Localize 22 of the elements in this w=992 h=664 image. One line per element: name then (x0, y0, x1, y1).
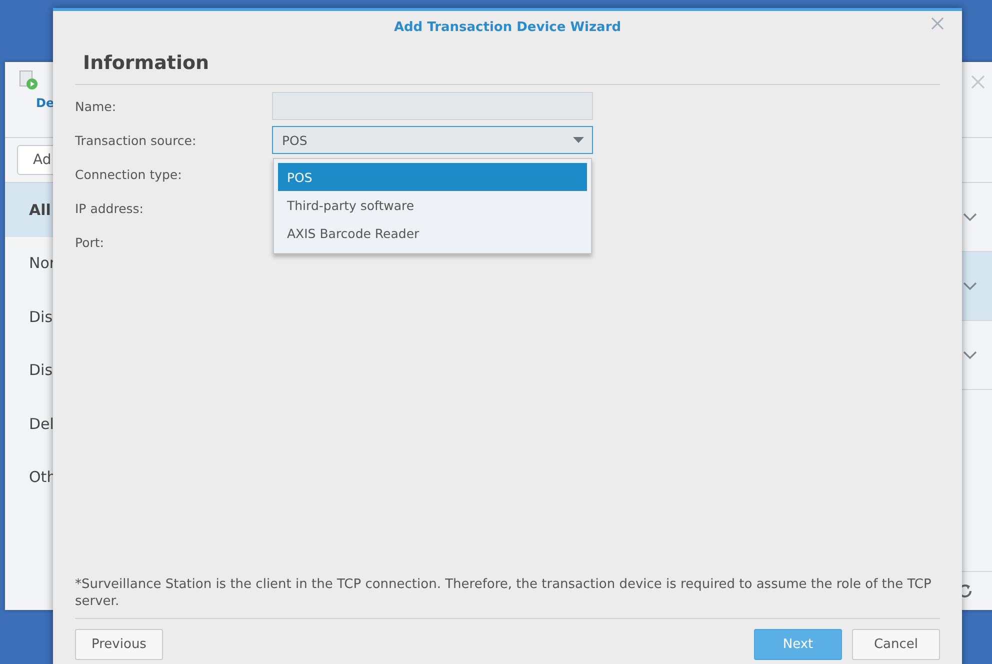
section-heading: Information (83, 52, 210, 76)
app-icon (19, 70, 39, 90)
secondary-button[interactable]: Cancel (852, 629, 940, 660)
caret-icon (573, 137, 584, 143)
field-label: Connection type: (75, 166, 183, 184)
chevron-down-icon[interactable] (963, 350, 977, 360)
field-label: IP address: (75, 200, 145, 218)
chevron-down-icon[interactable] (963, 212, 977, 222)
name-field[interactable] (272, 92, 593, 120)
dropdown-option[interactable]: Third-party software (278, 191, 587, 219)
field-label: Transaction source: (75, 132, 198, 150)
field-label: Name: (75, 98, 118, 116)
window-title: Add Transaction Device Wizard (394, 20, 622, 35)
field-label: Port: (75, 234, 105, 252)
close-button[interactable] (931, 17, 944, 30)
source-select[interactable]: POS (272, 126, 593, 154)
dropdown-option[interactable]: AXIS Barcode Reader (278, 219, 587, 247)
secondary-button[interactable]: Previous (75, 629, 163, 660)
tab[interactable]: De (36, 96, 54, 110)
chevron-down-icon[interactable] (963, 282, 977, 290)
dropdown-option[interactable]: POS (278, 163, 587, 191)
footnote: *Surveillance Station is the client in the TCP connection. Therefore, the transaction device is required to assume the role of the TCP server. (75, 576, 932, 610)
